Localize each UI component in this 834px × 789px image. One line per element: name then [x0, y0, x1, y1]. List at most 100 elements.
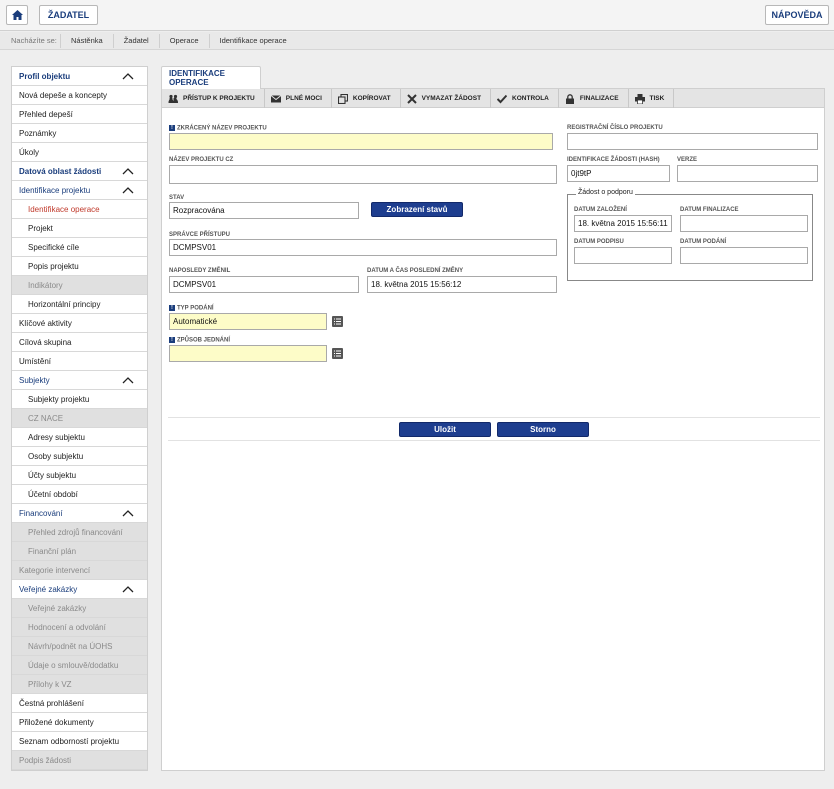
submission-type-label: ! TYP PODÁNÍ [169, 305, 214, 312]
toolbar-tisk-button[interactable]: TISK [629, 89, 675, 108]
hash-input[interactable]: 0jt9tP [567, 165, 670, 182]
sidebar-item-projekt[interactable]: Projekt [12, 219, 147, 238]
chevron-up-icon[interactable] [122, 376, 134, 384]
sidebar-item-label: Profil objektu [19, 71, 71, 81]
cancel-button[interactable]: Storno [497, 422, 589, 437]
envelope-icon [270, 94, 281, 102]
submission-type-input[interactable]: Automatické [169, 313, 327, 330]
sidebar-item-adresy-subjektu[interactable]: Adresy subjektu [12, 428, 147, 447]
negotiation-input[interactable] [169, 345, 327, 362]
divider [168, 440, 820, 441]
toolbar-finalizace-button[interactable]: FINALIZACE [559, 89, 629, 108]
sidebar-item-seznam-odbornosti-projektu[interactable]: Seznam odborností projektu [12, 732, 147, 751]
created-date-label: DATUM ZALOŽENÍ [574, 207, 627, 213]
sidebar-item-label: CZ NACE [28, 413, 64, 423]
short-name-label: ! ZKRÁCENÝ NÁZEV PROJEKTU [169, 125, 267, 132]
sidebar-item-cilova-skupina[interactable]: Cílová skupina [12, 333, 147, 352]
sidebar-item-datova-oblast-zadosti[interactable]: Datová oblast žádosti [12, 162, 147, 181]
submission-type-list-button[interactable] [332, 316, 343, 327]
applicant-button[interactable]: ŽADATEL [39, 5, 98, 25]
sidebar-item-horizontalni-principy[interactable]: Horizontální principy [12, 295, 147, 314]
sidebar-item-specificke-cile[interactable]: Specifické cíle [12, 238, 147, 257]
show-states-button[interactable]: Zobrazení stavů [371, 202, 463, 217]
toolbar-pristup-k-projektu-button[interactable]: PŘÍSTUP K PROJEKTU [162, 89, 265, 108]
last-change-input[interactable]: 18. května 2015 15:56:12 [367, 276, 557, 293]
last-changed-by-input[interactable]: DCMPSV01 [169, 276, 359, 293]
chevron-up-icon[interactable] [122, 509, 134, 517]
sidebar-item-label: Čestná prohlášení [19, 698, 84, 708]
sidebar-item-label: Specifické cíle [28, 242, 80, 252]
list-icon [334, 350, 341, 357]
breadcrumb-item-operations[interactable]: Operace [158, 32, 209, 50]
toolbar-vymazat-zadost-button[interactable]: VYMAZAT ŽÁDOST [401, 89, 492, 108]
name-cz-input[interactable] [169, 165, 557, 184]
last-change-label: DATUM A ČAS POSLEDNÍ ZMĚNY [367, 268, 464, 274]
created-date-input[interactable]: 18. května 2015 15:56:11 [574, 215, 672, 232]
sidebar-item-label: Přílohy k VZ [28, 679, 72, 689]
required-icon: ! [169, 305, 175, 311]
sidebar-item-nova-depese-a-koncepty[interactable]: Nová depeše a koncepty [12, 86, 147, 105]
admin-input[interactable]: DCMPSV01 [169, 239, 557, 256]
sidebar-item-label: Klíčové aktivity [19, 318, 72, 328]
chevron-up-icon[interactable] [122, 186, 134, 194]
toolbar-plne-moci-button[interactable]: PLNÉ MOCI [265, 89, 332, 108]
home-button[interactable] [6, 5, 28, 25]
sidebar-item-prilohy-k-vz: Přílohy k VZ [12, 675, 147, 694]
sidebar-item-financovani[interactable]: Financování [12, 504, 147, 523]
save-button[interactable]: Uložit [399, 422, 491, 437]
tab-identifikace-operace[interactable]: IDENTIFIKACE OPERACE [161, 66, 261, 89]
state-label: STAV [169, 195, 185, 201]
sidebar-item-poznamky[interactable]: Poznámky [12, 124, 147, 143]
toolbar-kopirovat-button[interactable]: KOPÍROVAT [332, 89, 401, 108]
finalized-date-input[interactable] [680, 215, 808, 232]
sidebar-item-cestna-prohlaseni[interactable]: Čestná prohlášení [12, 694, 147, 713]
version-label: VERZE [677, 157, 698, 163]
divider [168, 417, 820, 418]
submitted-date-input[interactable] [680, 247, 808, 264]
sidebar-item-popis-projektu[interactable]: Popis projektu [12, 257, 147, 276]
sidebar-item-prilozene-dokumenty[interactable]: Přiložené dokumenty [12, 713, 147, 732]
sidebar-item-label: Nová depeše a koncepty [19, 90, 108, 100]
copy-icon [337, 93, 348, 104]
sidebar-item-label: Identifikace operace [28, 204, 100, 214]
sidebar-item-klicove-aktivity[interactable]: Klíčové aktivity [12, 314, 147, 333]
sidebar-item-identifikace-operace[interactable]: Identifikace operace [12, 200, 147, 219]
sidebar-item-label: Veřejné zakázky [19, 584, 78, 594]
chevron-up-icon[interactable] [122, 72, 134, 80]
sidebar-item-ukoly[interactable]: Úkoly [12, 143, 147, 162]
main-panel: PŘÍSTUP K PROJEKTU PLNÉ MOCI KOPÍROVAT VYMA… [161, 88, 825, 771]
breadcrumb-item-applicant[interactable]: Žadatel [112, 32, 159, 50]
sidebar-item-label: Financování [19, 508, 63, 518]
sidebar-item-label: Údaje o smlouvě/dodatku [28, 660, 119, 670]
negotiation-list-button[interactable] [332, 348, 343, 359]
breadcrumb-item-dashboard[interactable]: Nástěnka [60, 32, 113, 50]
chevron-up-icon[interactable] [122, 585, 134, 593]
toolbar-kontrola-button[interactable]: KONTROLA [491, 89, 559, 108]
required-icon: ! [169, 337, 175, 343]
sidebar-item-ucty-subjektu[interactable]: Účty subjektu [12, 466, 147, 485]
sidebar-item-identifikace-projektu[interactable]: Identifikace projektu [12, 181, 147, 200]
sidebar-item-subjekty[interactable]: Subjekty [12, 371, 147, 390]
sidebar-item-prehled-depesi[interactable]: Přehled depeší [12, 105, 147, 124]
sidebar-item-subjekty-projektu[interactable]: Subjekty projektu [12, 390, 147, 409]
signed-date-input[interactable] [574, 247, 672, 264]
help-button[interactable]: NÁPOVĚDA [765, 5, 829, 25]
sidebar-item-osoby-subjektu[interactable]: Osoby subjektu [12, 447, 147, 466]
sidebar-item-profil-objektu[interactable]: Profil objektu [12, 67, 147, 86]
reg-number-input[interactable] [567, 133, 818, 150]
sidebar-item-ucetni-obdobi[interactable]: Účetní období [12, 485, 147, 504]
last-changed-by-label: NAPOSLEDY ZMĚNIL [169, 268, 231, 274]
version-input[interactable] [677, 165, 818, 182]
state-input[interactable]: Rozpracována [169, 202, 359, 219]
lock-icon [565, 93, 574, 104]
short-name-input[interactable] [169, 133, 553, 150]
sidebar-item-verejne-zakazky[interactable]: Veřejné zakázky [12, 580, 147, 599]
chevron-up-icon[interactable] [122, 167, 134, 175]
finalized-date-label: DATUM FINALIZACE [680, 207, 739, 213]
sidebar-item-label: Datová oblast žádosti [19, 166, 102, 176]
sidebar-item-umisteni[interactable]: Umístění [12, 352, 147, 371]
sidebar-item-label: Finanční plán [28, 546, 77, 556]
toolbar-label: KONTROLA [512, 95, 549, 102]
sidebar-item-cz-nace: CZ NACE [12, 409, 147, 428]
sidebar-item-label: Přehled depeší [19, 109, 73, 119]
